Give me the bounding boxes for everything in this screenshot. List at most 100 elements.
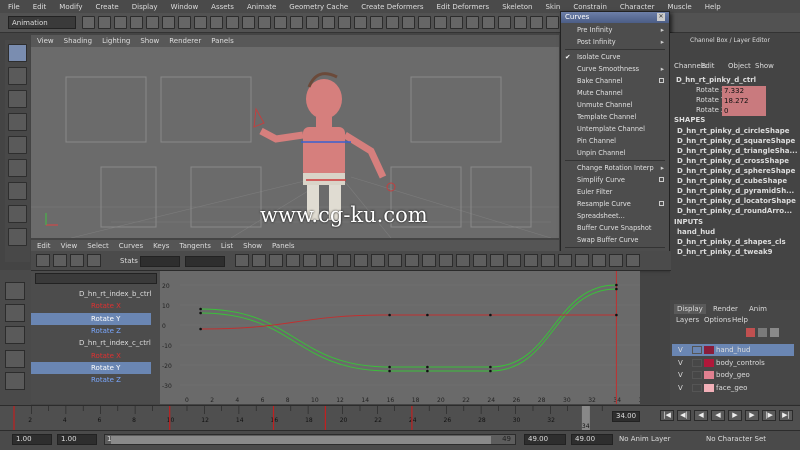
graph-toolbar-button-icon[interactable]	[575, 254, 589, 267]
character-set-select[interactable]: No Character Set	[706, 433, 786, 445]
paint-select-tool-icon[interactable]	[8, 90, 27, 108]
menu-create[interactable]: Create	[95, 3, 118, 11]
graph-toolbar-button-icon[interactable]	[609, 254, 623, 267]
graph-toolbar-button-icon[interactable]	[541, 254, 555, 267]
status-line-button-icon[interactable]	[258, 16, 271, 29]
graph-menu-keys[interactable]: Keys	[153, 242, 169, 250]
menu-geometry-cache[interactable]: Geometry Cache	[289, 3, 348, 11]
status-line-button-icon[interactable]	[226, 16, 239, 29]
option-box-icon[interactable]	[659, 177, 664, 182]
graph-toolbar-button-icon[interactable]	[269, 254, 283, 267]
shape-node-item[interactable]: D_hn_rt_pinky_d_locatorShape	[677, 197, 796, 205]
layer-playback-toggle[interactable]	[692, 383, 702, 392]
menu-edit[interactable]: Edit	[33, 3, 47, 11]
range-slider-bar[interactable]: 1 49	[104, 434, 516, 445]
status-line-button-icon[interactable]	[370, 16, 383, 29]
graph-toolbar-button-icon[interactable]	[53, 254, 67, 267]
status-line-button-icon[interactable]	[530, 16, 543, 29]
go-to-end-icon[interactable]: ▶|	[779, 410, 793, 421]
curves-menu-item[interactable]: Mute Channel	[561, 87, 669, 99]
viewport-menu-view[interactable]: View	[37, 37, 54, 45]
status-line-button-icon[interactable]	[354, 16, 367, 29]
graph-layout-icon[interactable]	[5, 350, 25, 368]
graph-toolbar-button-icon[interactable]	[286, 254, 300, 267]
menu-display[interactable]: Display	[132, 3, 158, 11]
option-box-icon[interactable]	[659, 201, 664, 206]
menu-create-deformers[interactable]: Create Deformers	[361, 3, 423, 11]
status-line-button-icon[interactable]	[242, 16, 255, 29]
graph-toolbar-button-icon[interactable]	[337, 254, 351, 267]
outliner-row[interactable]: Rotate Y	[31, 312, 151, 325]
curves-menu-item[interactable]: Spreadsheet...	[561, 210, 669, 222]
graph-menu-tangents[interactable]: Tangents	[179, 242, 210, 250]
graph-menu-select[interactable]: Select	[87, 242, 109, 250]
outliner-filter-field[interactable]	[35, 273, 157, 284]
viewport-menu-lighting[interactable]: Lighting	[102, 37, 130, 45]
status-line-button-icon[interactable]	[290, 16, 303, 29]
outliner-row[interactable]: D_hn_rt_index_c_ctrl	[31, 337, 151, 349]
status-line-button-icon[interactable]	[546, 16, 559, 29]
status-line-button-icon[interactable]	[194, 16, 207, 29]
menu-file[interactable]: File	[8, 3, 20, 11]
curves-menu-item[interactable]: Isolate Curve ✔	[561, 51, 669, 63]
graph-toolbar-button-icon[interactable]	[36, 254, 50, 267]
graph-toolbar-button-icon[interactable]	[320, 254, 334, 267]
curves-menu-item[interactable]: Bake Channel	[561, 75, 669, 87]
menu-character[interactable]: Character	[620, 3, 655, 11]
layer-menu-layers[interactable]: Layers	[676, 316, 699, 324]
graph-toolbar-button-icon[interactable]	[354, 254, 368, 267]
curves-menu-item[interactable]: Pre Infinity ▸	[561, 24, 669, 36]
new-selected-layer-icon[interactable]	[758, 328, 767, 337]
graph-toolbar-button-icon[interactable]	[439, 254, 453, 267]
status-line-button-icon[interactable]	[178, 16, 191, 29]
layer-row[interactable]: Vbody_controls	[672, 357, 794, 369]
layer-row[interactable]: Vhand_hud	[672, 344, 794, 356]
status-line-button-icon[interactable]	[114, 16, 127, 29]
curves-menu-item[interactable]: Template Channel	[561, 111, 669, 123]
status-line-button-icon[interactable]	[434, 16, 447, 29]
graph-toolbar-button-icon[interactable]	[456, 254, 470, 267]
layer-tab-display[interactable]: Display	[674, 304, 706, 314]
viewport-menu-shading[interactable]: Shading	[64, 37, 92, 45]
status-line-button-icon[interactable]	[338, 16, 351, 29]
graph-toolbar-button-icon[interactable]	[592, 254, 606, 267]
channel-attr-value[interactable]: 0	[722, 106, 766, 116]
move-tool-icon[interactable]	[8, 113, 27, 131]
two-pane-layout-icon[interactable]	[5, 326, 25, 344]
graph-toolbar-button-icon[interactable]	[473, 254, 487, 267]
status-line-button-icon[interactable]	[130, 16, 143, 29]
graph-toolbar-button-icon[interactable]	[87, 254, 101, 267]
status-line-button-icon[interactable]	[82, 16, 95, 29]
viewport-menu-renderer[interactable]: Renderer	[169, 37, 201, 45]
curves-menu-item[interactable]: Unmute Channel	[561, 99, 669, 111]
status-line-button-icon[interactable]	[146, 16, 159, 29]
status-line-button-icon[interactable]	[514, 16, 527, 29]
close-icon[interactable]: ✕	[657, 13, 665, 21]
graph-toolbar-button-icon[interactable]	[252, 254, 266, 267]
step-forward-frame-icon[interactable]: ▶	[745, 410, 759, 421]
step-forward-key-icon[interactable]: |▶	[762, 410, 776, 421]
menu-constrain[interactable]: Constrain	[573, 3, 607, 11]
anim-start-field[interactable]: 1.00	[12, 434, 52, 445]
lasso-tool-icon[interactable]	[8, 67, 27, 85]
status-line-button-icon[interactable]	[386, 16, 399, 29]
graph-toolbar-button-icon[interactable]	[70, 254, 84, 267]
menu-assets[interactable]: Assets	[211, 3, 234, 11]
graph-toolbar-button-icon[interactable]	[490, 254, 504, 267]
layer-tab-anim[interactable]: Anim	[746, 304, 770, 314]
perspective-viewport[interactable]: View Shading Lighting Show Renderer Panels	[31, 35, 559, 238]
anim-end-field[interactable]: 49.00	[571, 434, 613, 445]
graph-toolbar-button-icon[interactable]	[303, 254, 317, 267]
shape-node-item[interactable]: D_hn_rt_pinky_d_triangleSha...	[677, 147, 798, 155]
layer-visibility-toggle[interactable]: V	[678, 357, 683, 369]
graph-menu-view[interactable]: View	[61, 242, 78, 250]
outliner-row[interactable]: Rotate X	[31, 300, 151, 312]
menu-window[interactable]: Window	[171, 3, 199, 11]
play-forward-icon[interactable]: ▶	[728, 410, 742, 421]
shape-node-item[interactable]: D_hn_rt_pinky_d_squareShape	[677, 137, 795, 145]
input-node-item[interactable]: D_hn_rt_pinky_d_tweak9	[677, 248, 773, 256]
outliner-row[interactable]: D_hn_rt_index_b_ctrl	[31, 288, 151, 300]
graph-toolbar-button-icon[interactable]	[405, 254, 419, 267]
input-node-item[interactable]: D_hn_rt_pinky_d_shapes_cls	[677, 238, 786, 246]
current-frame-field[interactable]: 34.00	[612, 411, 640, 422]
